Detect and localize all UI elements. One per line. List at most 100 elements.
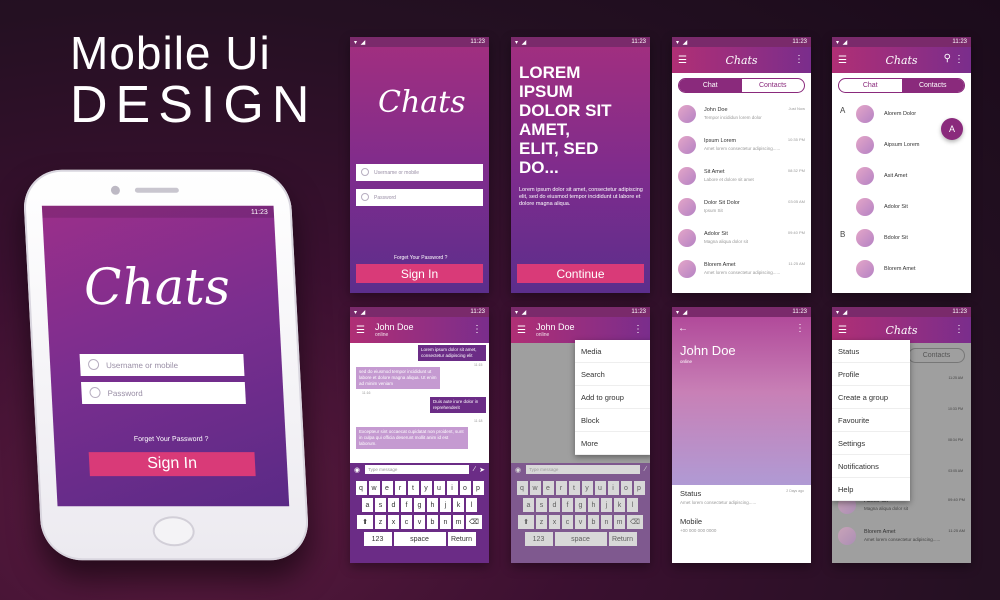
message-time: 11:18: [474, 419, 483, 423]
menu-item-media[interactable]: Media: [575, 340, 650, 363]
menu-item-search[interactable]: Search: [575, 363, 650, 386]
backspace-key[interactable]: ⌫: [466, 515, 482, 529]
more-icon[interactable]: ⋮: [795, 323, 805, 334]
key-t[interactable]: t: [407, 481, 419, 495]
contact-item[interactable]: Blorem Amet: [832, 253, 971, 284]
back-arrow-icon[interactable]: ←: [678, 323, 688, 334]
menu-item-settings[interactable]: Settings: [832, 432, 910, 455]
key-space[interactable]: space: [393, 532, 446, 546]
password-field[interactable]: Password: [356, 189, 483, 206]
menu-item-block[interactable]: Block: [575, 409, 650, 432]
more-icon[interactable]: ⋮: [472, 324, 482, 335]
contact-item[interactable]: Adolor Sit: [832, 191, 971, 222]
chat-name: Dolor Sit Dolor: [704, 200, 740, 206]
index-fab[interactable]: A: [941, 118, 963, 140]
menu-item-more[interactable]: More: [575, 432, 650, 455]
status-time-ago: 2 Days ago: [786, 489, 804, 493]
key-123[interactable]: 123: [363, 532, 392, 546]
key-r[interactable]: r: [394, 481, 406, 495]
menu-item-status[interactable]: Status: [832, 340, 910, 363]
camera-icon: ◉: [515, 466, 522, 474]
forgot-password-link[interactable]: Forget Your Password ?: [134, 436, 209, 443]
shift-key[interactable]: ⬆: [357, 515, 373, 529]
avatar: [838, 526, 856, 545]
key-h[interactable]: h: [427, 498, 438, 512]
menu-icon[interactable]: ☰: [517, 325, 526, 336]
more-icon[interactable]: ⋮: [633, 324, 643, 335]
forgot-password-link[interactable]: Forget Your Password ?: [394, 255, 447, 261]
key-q[interactable]: q: [355, 481, 367, 495]
key-j[interactable]: j: [440, 498, 451, 512]
menu-item-create-group[interactable]: Create a group: [832, 386, 910, 409]
menu-item-add-to-group[interactable]: Add to group: [575, 386, 650, 409]
menu-icon[interactable]: ☰: [838, 325, 847, 336]
username-field[interactable]: Username or mobile: [356, 164, 483, 181]
key-b[interactable]: b: [427, 515, 438, 529]
key-return[interactable]: Return: [447, 532, 476, 546]
overflow-menu: Media Search Add to group Block More: [575, 340, 650, 455]
key-v[interactable]: v: [414, 515, 425, 529]
username-field[interactable]: Username or mobile: [79, 353, 245, 377]
sign-in-button[interactable]: Sign In: [88, 452, 256, 477]
chat-item[interactable]: Adolor Sit Magna aliqua dolor sit 09:40 PM: [672, 222, 811, 253]
menu-icon[interactable]: ☰: [678, 55, 687, 66]
send-icon[interactable]: ➤: [479, 466, 485, 474]
tab-contacts[interactable]: Contacts: [742, 79, 805, 92]
menu-icon[interactable]: ☰: [838, 55, 847, 66]
key-o[interactable]: o: [459, 481, 471, 495]
tab-contacts[interactable]: Contacts: [901, 79, 964, 92]
more-icon[interactable]: ⋮: [954, 54, 964, 65]
status-time: 11:23: [470, 309, 485, 315]
chat-item[interactable]: Sit Amet Labore et dolore sit amet 08:32 P…: [672, 160, 811, 191]
key-c[interactable]: c: [401, 515, 412, 529]
chat-item[interactable]: Blorem Amet Amet lorem consectetur adipis…: [672, 253, 811, 284]
camera-icon[interactable]: ◉: [354, 466, 360, 474]
contact-name: Alorem Dolor: [884, 110, 917, 117]
key-y[interactable]: y: [420, 481, 432, 495]
menu-item-help[interactable]: Help: [832, 478, 910, 501]
key-s[interactable]: s: [375, 498, 386, 512]
key-u[interactable]: u: [433, 481, 445, 495]
menu-icon[interactable]: ☰: [356, 325, 365, 336]
chat-item[interactable]: Dolor Sit Dolor Ipsum Sit 03:05 AM: [672, 191, 811, 222]
search-icon[interactable]: ⚲: [944, 53, 951, 64]
key-m[interactable]: m: [453, 515, 464, 529]
username-placeholder: Username or mobile: [374, 169, 420, 176]
menu-item-notifications[interactable]: Notifications: [832, 455, 910, 478]
key-p[interactable]: p: [472, 481, 484, 495]
menu-item-favourite[interactable]: Favourite: [832, 409, 910, 432]
tab-contacts: Contacts: [922, 352, 951, 359]
key-w[interactable]: w: [368, 481, 380, 495]
chat-time: 11:25 AM: [948, 528, 965, 533]
key-h: h: [588, 498, 599, 512]
tab-chat[interactable]: Chat: [839, 79, 902, 92]
attach-icon[interactable]: ∕: [474, 466, 475, 473]
key-k[interactable]: k: [453, 498, 464, 512]
key-n[interactable]: n: [440, 515, 451, 529]
chat-time: 03:05 AM: [788, 199, 805, 204]
key-e[interactable]: e: [381, 481, 393, 495]
key-d[interactable]: d: [388, 498, 399, 512]
key-x[interactable]: x: [388, 515, 399, 529]
more-icon[interactable]: ⋮: [954, 324, 964, 335]
continue-button[interactable]: Continue: [517, 264, 644, 283]
sign-in-button[interactable]: Sign In: [356, 264, 483, 283]
status-section: Status Amet lorem consectetur adipiscing…: [680, 489, 804, 505]
chat-item[interactable]: Ipsum Lorem Amet lorem consectetur adipis…: [672, 129, 811, 160]
home-button[interactable]: [151, 516, 196, 547]
password-field[interactable]: Password: [81, 382, 246, 405]
key-a[interactable]: a: [362, 498, 373, 512]
key-w: w: [529, 481, 541, 495]
message-input[interactable]: Type message: [365, 465, 469, 474]
key-g[interactable]: g: [414, 498, 425, 512]
contact-item[interactable]: Asit Amet: [832, 160, 971, 191]
key-l[interactable]: l: [466, 498, 477, 512]
more-icon[interactable]: ⋮: [794, 54, 804, 65]
menu-item-profile[interactable]: Profile: [832, 363, 910, 386]
tab-chat[interactable]: Chat: [679, 79, 742, 92]
key-i[interactable]: i: [446, 481, 458, 495]
chat-item[interactable]: John Doe Tempor incididun lorem dolor Just…: [672, 98, 811, 129]
key-f[interactable]: f: [401, 498, 412, 512]
contact-item[interactable]: Bdolor Sit: [832, 222, 971, 253]
key-z[interactable]: z: [375, 515, 386, 529]
